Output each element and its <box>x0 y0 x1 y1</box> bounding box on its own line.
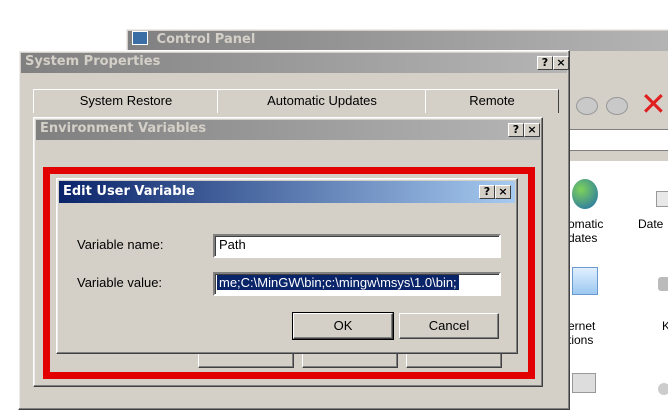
control-panel-content: omatic dates Date ernet tions Ke <box>566 161 668 411</box>
cancel-button[interactable]: Cancel <box>399 313 499 339</box>
control-panel-title: Control Panel <box>156 32 256 47</box>
edit-user-variable-title: Edit User Variable <box>63 184 195 199</box>
tab-remote[interactable]: Remote <box>425 89 559 113</box>
variable-value-field[interactable]: me;C:\MinGW\bin;c:\mingw\msys\1.0\bin; <box>213 272 501 296</box>
close-button[interactable]: × <box>495 185 511 199</box>
edit-user-variable-titlebar[interactable]: Edit User Variable <box>59 181 515 203</box>
control-panel-icon <box>132 31 148 45</box>
delete-icon[interactable]: ✕ <box>640 87 667 121</box>
control-panel-toolbar: ✕ <box>566 85 668 125</box>
keyboard-label[interactable]: Ke <box>662 319 668 333</box>
automatic-updates-label[interactable]: omatic dates <box>568 217 628 245</box>
system-properties-titlebar[interactable]: System Properties <box>21 53 567 73</box>
variable-value-selection: me;C:\MinGW\bin;c:\mingw\msys\1.0\bin; <box>217 275 459 290</box>
environment-variables-titlebar[interactable]: Environment Variables <box>36 120 540 140</box>
internet-options-icon[interactable] <box>572 267 598 295</box>
close-button[interactable]: × <box>553 56 569 70</box>
tab-automatic-updates[interactable]: Automatic Updates <box>217 89 427 113</box>
variable-name-field[interactable]: Path <box>213 234 501 258</box>
close-button[interactable]: × <box>524 123 540 137</box>
control-panel-titlebar[interactable]: Control Panel <box>128 31 668 51</box>
keyboard-icon[interactable] <box>658 277 668 291</box>
system-properties-title: System Properties <box>25 54 161 69</box>
variable-value-label: Variable value: <box>77 275 163 290</box>
help-button[interactable]: ? <box>508 123 524 137</box>
printer-icon[interactable] <box>572 373 596 393</box>
help-button[interactable]: ? <box>537 56 553 70</box>
variable-name-label: Variable name: <box>77 237 164 252</box>
variable-name-value: Path <box>219 237 246 252</box>
address-bar[interactable] <box>566 129 668 151</box>
edit-user-variable-dialog: Edit User Variable ? × Variable name: Pa… <box>56 178 518 354</box>
internet-options-label[interactable]: ernet tions <box>568 319 628 347</box>
environment-variables-title: Environment Variables <box>40 121 207 136</box>
automatic-updates-icon[interactable] <box>572 179 598 209</box>
date-time-icon[interactable] <box>656 191 668 207</box>
back-icon[interactable] <box>576 97 598 115</box>
forward-icon[interactable] <box>606 97 628 115</box>
date-time-label[interactable]: Date <box>638 217 668 231</box>
tab-system-restore[interactable]: System Restore <box>33 89 219 113</box>
misc-icon[interactable] <box>658 383 668 395</box>
ok-button[interactable]: OK <box>292 312 394 340</box>
help-button[interactable]: ? <box>479 185 495 199</box>
